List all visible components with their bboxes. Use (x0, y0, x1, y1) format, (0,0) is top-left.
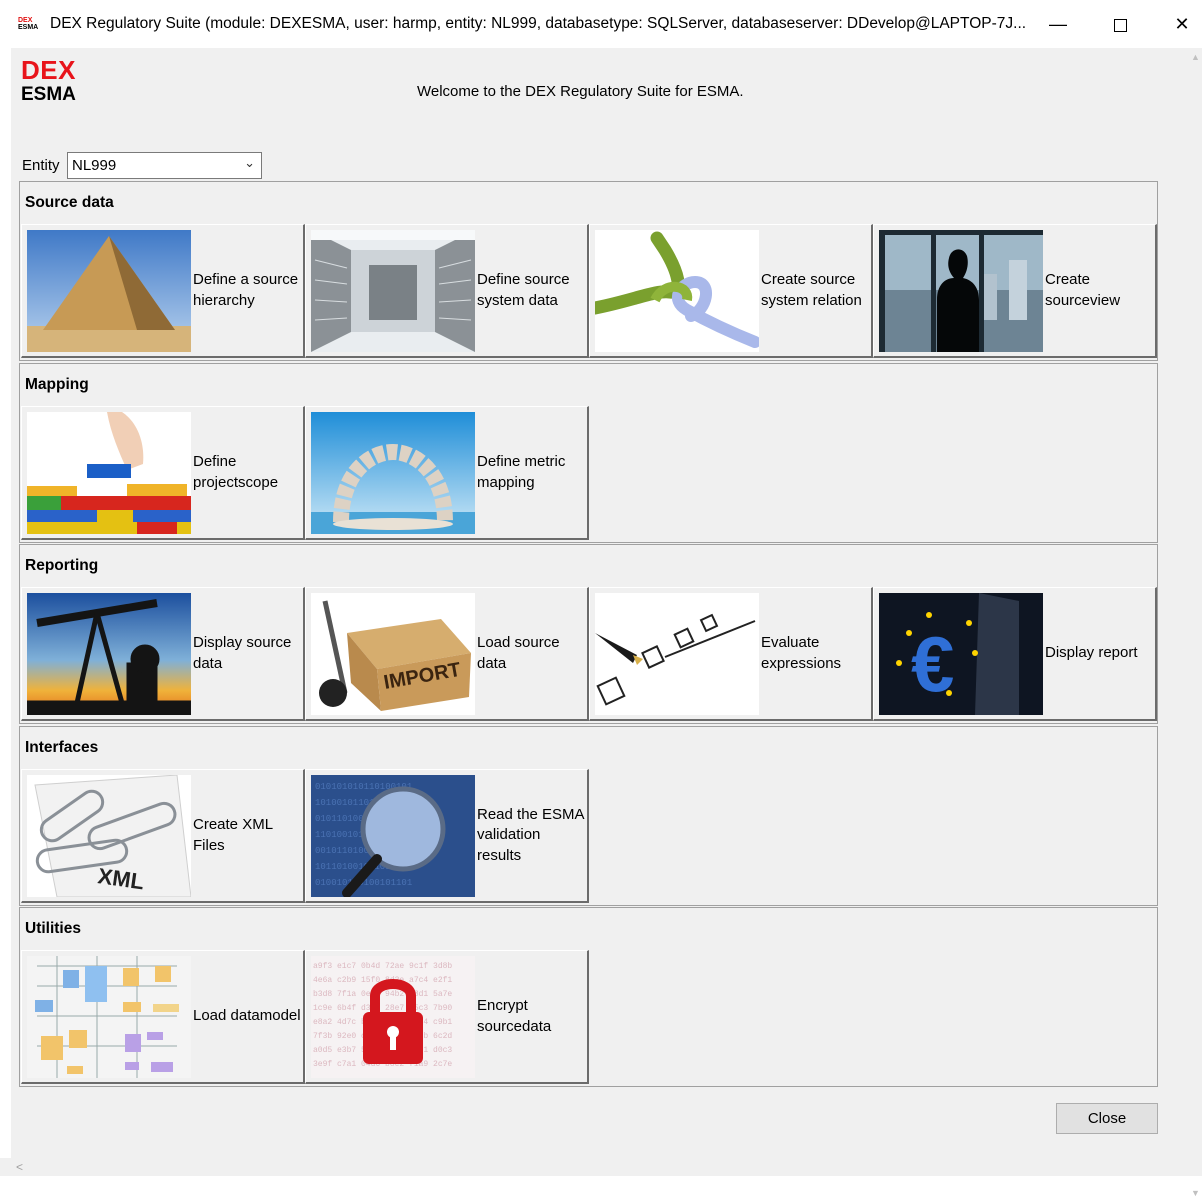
close-button[interactable]: Close (1056, 1103, 1158, 1134)
tile-label: Create sourceview (1045, 271, 1121, 309)
tile-label: Load datamodel (193, 1007, 301, 1025)
evaluate-expressions-button[interactable]: Evaluate expressions (589, 587, 873, 721)
magnifier-image: 010101010110100101101001011010010110 010… (311, 775, 475, 897)
welcome-text: Welcome to the DEX Regulatory Suite for … (417, 83, 744, 100)
load-source-data-button[interactable]: IMPORT Load source data (305, 587, 589, 721)
section-interfaces: Interfaces XML Create XML Files 01010101… (19, 726, 1158, 906)
scroll-down-icon[interactable]: ▼ (1191, 1188, 1200, 1198)
tile-label: Display report (1045, 644, 1138, 662)
entity-dropdown[interactable]: NL999 ⌄ (67, 152, 262, 179)
app-icon: DEX ESMA (18, 17, 39, 31)
section-title: Source data (25, 194, 114, 211)
svg-text:1c9e 6b4f d3a0 28e7 f5c3 7b90: 1c9e 6b4f d3a0 28e7 f5c3 7b90 (313, 1004, 452, 1013)
define-source-system-data-button[interactable]: Define source system data (305, 224, 589, 358)
tile-label: Define a source hierarchy (193, 271, 299, 309)
tile-label: Encrypt sourcedata (477, 997, 552, 1035)
create-sourceview-button[interactable]: Create sourceview (873, 224, 1157, 358)
vertical-scrollbar[interactable]: ▲ ▼ (1191, 48, 1202, 1198)
knot-image (595, 230, 759, 352)
section-title: Reporting (25, 557, 99, 574)
create-source-system-relation-button[interactable]: Create source system relation (589, 224, 873, 358)
lego-blocks-image (27, 412, 191, 534)
display-source-data-button[interactable]: Display source data (21, 587, 305, 721)
window-title: DEX Regulatory Suite (module: DEXESMA, u… (50, 15, 1027, 32)
section-utilities: Utilities Load datamodel a9f3 e1c7 0b4d … (19, 907, 1158, 1087)
create-xml-files-button[interactable]: XML Create XML Files (21, 769, 305, 903)
tile-label: Create source system relation (761, 271, 862, 309)
euro-sign-image: € (879, 593, 1043, 715)
stone-arch-image (311, 412, 475, 534)
man-at-window-image (879, 230, 1043, 352)
define-source-hierarchy-button[interactable]: Define a source hierarchy (21, 224, 305, 358)
maximize-button[interactable] (1100, 8, 1140, 40)
title-bar: DEX ESMA DEX Regulatory Suite (module: DE… (0, 0, 1202, 48)
import-box-image: IMPORT (311, 593, 475, 715)
chevron-down-icon: ⌄ (244, 155, 255, 170)
display-report-button[interactable]: € Display report (873, 587, 1157, 721)
tile-label: Evaluate expressions (761, 634, 842, 672)
entity-value: NL999 (72, 157, 117, 174)
section-title: Mapping (25, 376, 89, 393)
svg-text:€: € (911, 620, 954, 708)
maximize-icon (1113, 18, 1127, 32)
logo-esma-text: ESMA (21, 84, 76, 105)
xml-paperclip-image: XML (27, 775, 191, 897)
datamodel-diagram-image (27, 956, 191, 1078)
section-source-data: Source data Define a source hierarchy De… (19, 181, 1158, 361)
section-mapping: Mapping Define projectscope Define metri… (19, 363, 1158, 543)
logo-dex-text: DEX (21, 55, 76, 85)
horizontal-scrollbar[interactable]: < (0, 1158, 1202, 1176)
scroll-left-icon[interactable]: < (16, 1160, 23, 1174)
define-projectscope-button[interactable]: Define projectscope (21, 406, 305, 540)
oil-pump-image (27, 593, 191, 715)
load-datamodel-button[interactable]: Load datamodel (21, 950, 305, 1084)
tile-label: Load source data (477, 634, 560, 672)
tile-label: Define source system data (477, 271, 570, 309)
encrypt-sourcedata-button[interactable]: a9f3 e1c7 0b4d 72ae 9c1f 3d8b 4e6a c2b9 1… (305, 950, 589, 1084)
tile-label: Define projectscope (193, 453, 279, 491)
section-title: Utilities (25, 920, 81, 937)
svg-text:a9f3 e1c7 0b4d 72ae 9c1f 3d8b: a9f3 e1c7 0b4d 72ae 9c1f 3d8b (313, 962, 452, 971)
entity-label: Entity (22, 157, 60, 174)
close-window-button[interactable]: ✕ (1162, 8, 1202, 40)
pyramid-image (27, 230, 191, 352)
section-reporting: Reporting Display source data IMPORT Loa… (19, 544, 1158, 724)
tile-label: Define metric mapping (477, 453, 566, 491)
tile-label: Read the ESMA validation results (477, 805, 584, 864)
define-metric-mapping-button[interactable]: Define metric mapping (305, 406, 589, 540)
dex-esma-logo: DEX ESMA (21, 56, 76, 106)
tile-label: Display source data (193, 634, 292, 672)
padlock-image: a9f3 e1c7 0b4d 72ae 9c1f 3d8b 4e6a c2b9 1… (311, 956, 475, 1078)
section-title: Interfaces (25, 739, 99, 756)
tile-label: Create XML Files (193, 816, 273, 854)
minimize-button[interactable]: — (1038, 8, 1078, 40)
server-room-image (311, 230, 475, 352)
scroll-up-icon[interactable]: ▲ (1191, 52, 1200, 62)
checkboxes-image (595, 593, 759, 715)
read-esma-validation-results-button[interactable]: 010101010110100101101001011010010110 010… (305, 769, 589, 903)
